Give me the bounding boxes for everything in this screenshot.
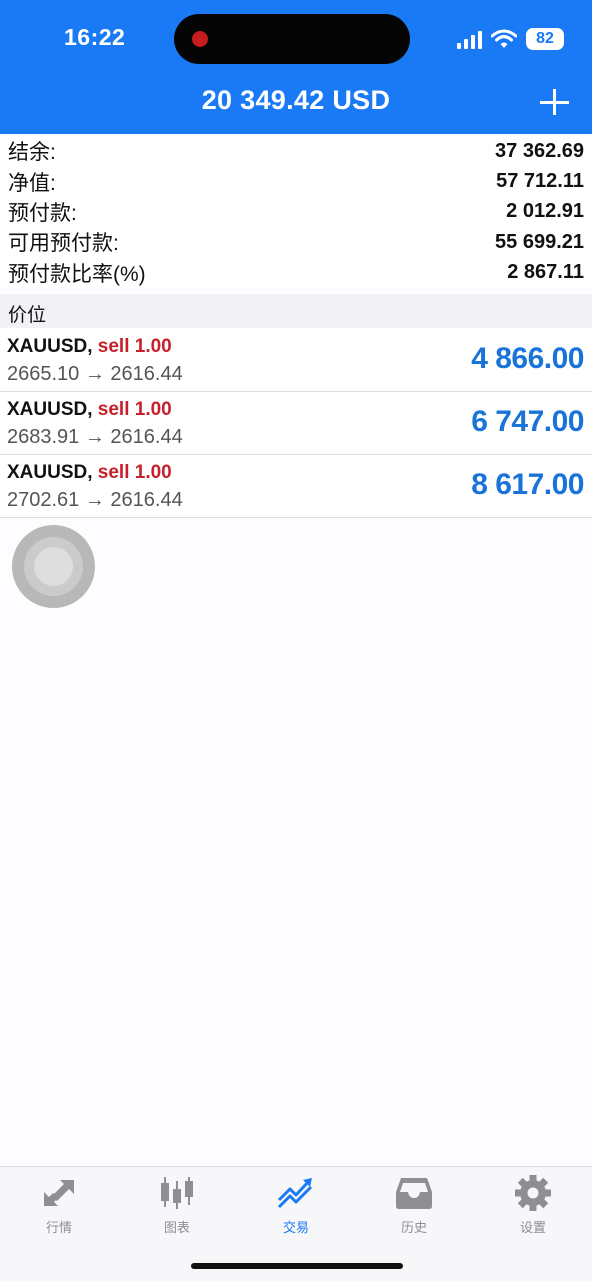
account-balance-title: 20 349.42 USD: [201, 85, 391, 115]
battery-icon: 82: [526, 28, 564, 50]
recording-indicator-icon: [192, 31, 208, 47]
position-side: sell 1.00: [97, 336, 172, 357]
position-row[interactable]: XAUUSD, sell 1.00 2665.10 → 2616.44 4 86…: [0, 329, 592, 392]
positions-section-header: 价位: [0, 294, 592, 328]
settings-gear-icon: [515, 1175, 551, 1211]
tab-trade[interactable]: 交易: [237, 1175, 355, 1239]
summary-value: 57 712.11: [496, 170, 584, 193]
dynamic-island: [174, 14, 410, 64]
quotes-arrows-icon: [44, 1180, 74, 1206]
candlestick-chart-icon: [161, 1177, 193, 1209]
tab-label: 设置: [519, 1220, 546, 1235]
plus-icon[interactable]: [536, 82, 572, 122]
status-time: 16:22: [64, 24, 126, 50]
summary-row-margin: 预付款: 2 012.91: [0, 197, 592, 227]
cellular-signal-icon: [457, 29, 482, 49]
position-symbol-text: XAUUSD,: [7, 462, 93, 483]
wifi-icon: [491, 29, 517, 49]
summary-label: 可用预付款:: [8, 232, 119, 256]
history-tray-icon: [396, 1178, 432, 1209]
position-side: sell 1.00: [97, 399, 172, 420]
tab-settings[interactable]: 设置: [474, 1175, 592, 1239]
tab-charts[interactable]: 图表: [118, 1175, 236, 1239]
tab-label: 交易: [282, 1220, 309, 1235]
position-profit: 4 866.00: [471, 342, 584, 375]
tab-quotes[interactable]: 行情: [0, 1175, 118, 1239]
summary-value: 37 362.69: [495, 139, 584, 162]
summary-label: 净值:: [8, 171, 56, 195]
status-icons: 82: [457, 27, 564, 51]
position-symbol-text: XAUUSD,: [7, 399, 93, 420]
summary-value: 2 867.11: [507, 261, 584, 284]
summary-label: 预付款:: [8, 201, 77, 225]
position-profit: 6 747.00: [471, 405, 584, 438]
header-bar: 16:22 82 20 349.42 USD: [0, 0, 592, 134]
position-prices: 2702.61 → 2616.44: [7, 489, 183, 511]
summary-row-equity: 净值: 57 712.11: [0, 166, 592, 196]
tab-history[interactable]: 历史: [355, 1175, 473, 1239]
position-prices: 2683.91 → 2616.44: [7, 426, 183, 448]
positions-list: XAUUSD, sell 1.00 2665.10 → 2616.44 4 86…: [0, 329, 592, 518]
summary-row-margin-level: 预付款比率(%) 2 867.11: [0, 258, 592, 288]
tab-label: 行情: [45, 1220, 72, 1235]
summary-row-free-margin: 可用预付款: 55 699.21: [0, 227, 592, 257]
position-row[interactable]: XAUUSD, sell 1.00 2702.61 → 2616.44 8 61…: [0, 455, 592, 518]
assistive-touch-button[interactable]: [12, 525, 95, 608]
position-symbol: XAUUSD, sell 1.00: [7, 399, 172, 421]
summary-label: 结余:: [8, 141, 56, 165]
summary-value: 55 699.21: [495, 230, 584, 253]
position-row[interactable]: XAUUSD, sell 1.00 2683.91 → 2616.44 6 74…: [0, 392, 592, 455]
account-summary: 结余: 37 362.69 净值: 57 712.11 预付款: 2 012.9…: [0, 136, 592, 288]
summary-label: 预付款比率(%): [8, 262, 146, 286]
home-indicator[interactable]: [191, 1263, 403, 1269]
position-side: sell 1.00: [97, 462, 172, 483]
section-title: 价位: [8, 305, 47, 326]
summary-row-balance: 结余: 37 362.69: [0, 136, 592, 166]
trade-trend-icon: [277, 1178, 313, 1209]
tab-label: 图表: [163, 1220, 190, 1235]
summary-value: 2 012.91: [506, 200, 584, 223]
position-symbol: XAUUSD, sell 1.00: [7, 462, 172, 484]
position-symbol: XAUUSD, sell 1.00: [7, 336, 172, 358]
position-symbol-text: XAUUSD,: [7, 336, 93, 357]
position-prices: 2665.10 → 2616.44: [7, 363, 183, 385]
position-profit: 8 617.00: [471, 468, 584, 501]
tab-label: 历史: [400, 1220, 427, 1235]
